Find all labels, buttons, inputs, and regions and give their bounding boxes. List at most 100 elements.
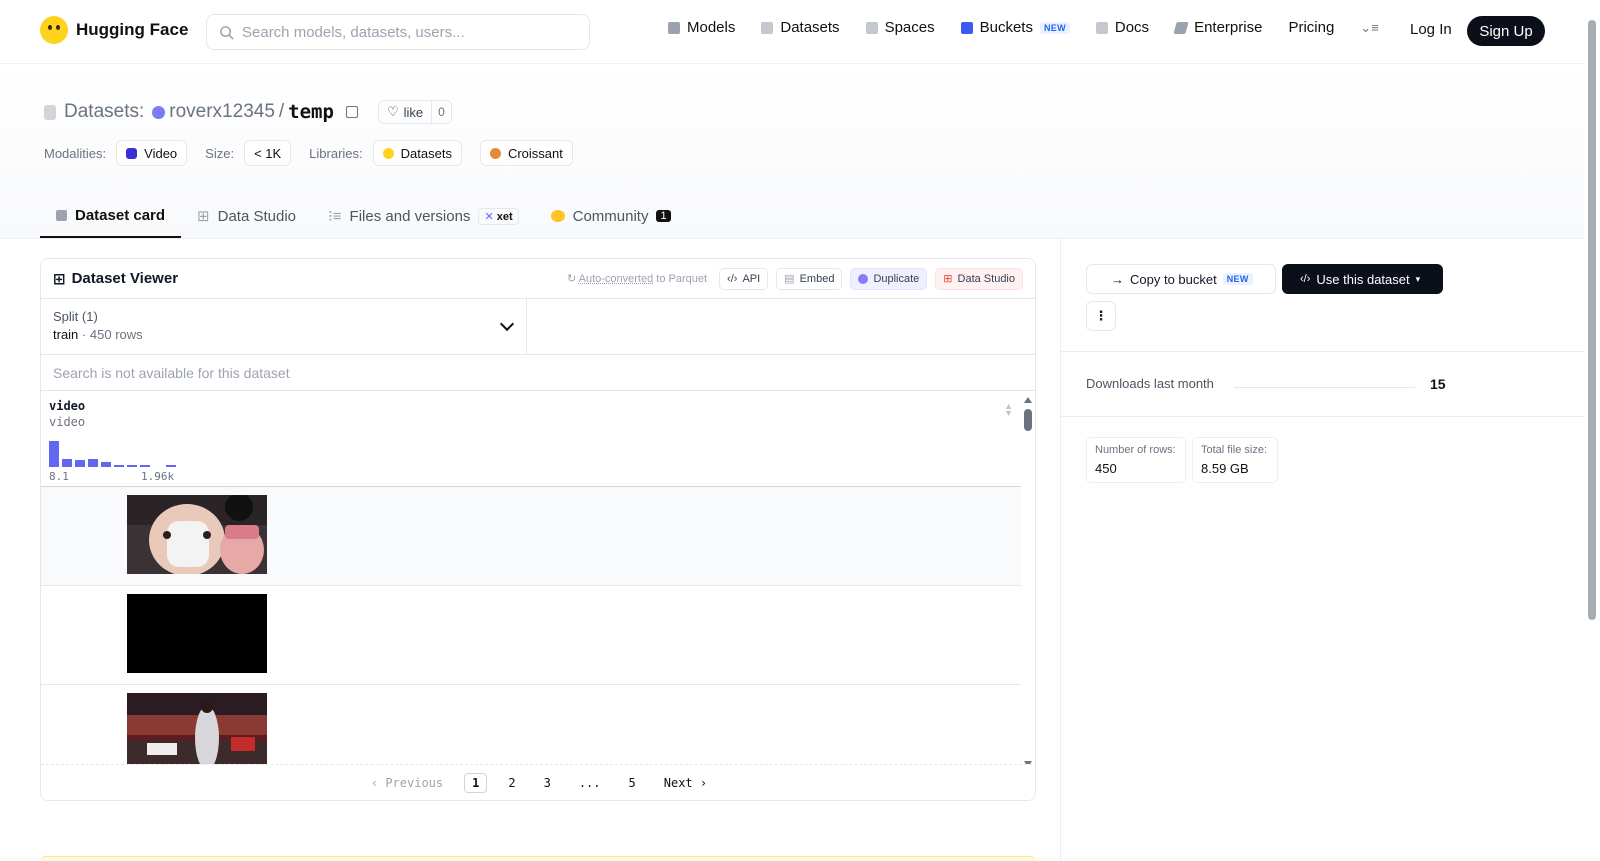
data-studio-button[interactable]: ⊞ Data Studio <box>935 267 1023 290</box>
page-5[interactable]: 5 <box>622 774 643 792</box>
sort-icon[interactable]: ▲ ▼ <box>1004 402 1013 418</box>
downloads-count: 15 <box>1430 376 1446 392</box>
tab-community[interactable]: Community 1 <box>535 194 687 238</box>
table-row[interactable] <box>41 487 1021 586</box>
more-menu-icon[interactable]: ⌄≡ <box>1360 20 1378 36</box>
viewer-actions: ↻ Auto-converted to Parquet ‹/› API ▤ Embe… <box>566 267 1023 290</box>
split-selector[interactable]: Split (1) train · 450 rows <box>41 299 527 354</box>
table-icon: ⊞ <box>53 270 66 288</box>
table-icon: ⊞ <box>197 208 210 225</box>
column-header-video[interactable]: video video 8.1 1.96k ▲ ▼ <box>41 391 1021 487</box>
copy-icon[interactable] <box>345 106 358 118</box>
more-options-button[interactable]: ⋮ <box>1086 301 1116 331</box>
nav-models-label: Models <box>687 19 736 36</box>
next-page[interactable]: Next › <box>657 774 714 792</box>
xet-label: xet <box>496 210 513 223</box>
auto-converted-link[interactable]: Auto-converted <box>579 273 654 285</box>
downloads-sparkline <box>1234 387 1415 388</box>
cube-icon <box>56 209 67 221</box>
croissant-icon <box>489 147 501 159</box>
login-link[interactable]: Log In <box>1410 21 1452 38</box>
like-button[interactable]: ♡ like 0 <box>377 100 452 124</box>
section-label[interactable]: Datasets: <box>64 101 144 123</box>
rows <box>41 487 1021 784</box>
refresh-icon: ↻ <box>566 273 577 285</box>
column-type: video <box>49 415 86 429</box>
nav-docs[interactable]: Docs <box>1095 19 1149 36</box>
histogram-bar <box>166 465 176 467</box>
nav-models[interactable]: Models <box>668 19 735 36</box>
tag-video[interactable]: Video <box>116 140 188 166</box>
tag-croissant-label: Croissant <box>507 145 563 161</box>
tab-community-label: Community <box>572 207 649 225</box>
tag-datasets-label: Datasets <box>400 145 452 161</box>
nav-enterprise[interactable]: Enterprise <box>1173 19 1262 36</box>
page-2[interactable]: 2 <box>501 774 522 792</box>
chevron-down-icon: ▾ <box>1415 273 1421 284</box>
page-scroll-thumb[interactable] <box>1588 20 1596 620</box>
nav-spaces[interactable]: Spaces <box>865 19 935 36</box>
tags-row: Modalities: Video Size: < 1K Libraries: … <box>44 140 583 166</box>
tag-video-label: Video <box>144 145 178 161</box>
split-row: Split (1) train · 450 rows <box>41 299 1035 355</box>
table-row[interactable] <box>41 586 1021 685</box>
histogram-bar <box>140 465 150 467</box>
nav-datasets[interactable]: Datasets <box>761 19 840 36</box>
scroll-up-icon[interactable] <box>1024 397 1032 403</box>
histogram-bar <box>62 458 72 467</box>
nav-buckets-label: Buckets <box>979 19 1033 36</box>
tag-datasets-lib[interactable]: Datasets <box>372 140 462 166</box>
repo-name[interactable]: temp <box>288 101 334 123</box>
table-scrollbar[interactable] <box>1021 397 1035 767</box>
histogram-bar <box>101 461 111 467</box>
hugging-face-icon <box>40 16 68 44</box>
embed-icon: ▤ <box>784 273 795 285</box>
use-dataset-button[interactable]: ‹/› Use this dataset ▾ <box>1282 264 1443 294</box>
search-box[interactable] <box>206 14 590 50</box>
split-value: train · 450 rows <box>53 327 514 342</box>
tab-data-studio-label: Data Studio <box>217 207 297 225</box>
tab-dataset-card[interactable]: Dataset card <box>40 194 182 238</box>
brand-logo[interactable]: Hugging Face <box>40 16 188 44</box>
community-count: 1 <box>656 210 671 222</box>
signup-button[interactable]: Sign Up <box>1467 16 1545 46</box>
bottom-banner <box>40 856 1036 861</box>
histogram-bar <box>88 459 98 467</box>
page-1[interactable]: 1 <box>464 772 488 793</box>
use-dataset-label: Use this dataset <box>1316 271 1410 287</box>
owner-link[interactable]: roverx12345 <box>169 101 275 123</box>
like-label: like <box>403 104 424 120</box>
duplicate-icon <box>858 273 869 284</box>
nav-spaces-label: Spaces <box>884 19 935 36</box>
embed-button[interactable]: ▤ Embed <box>776 267 843 290</box>
tab-files[interactable]: ⁝≡ Files and versions ✕ xet <box>312 194 535 238</box>
files-icon: ⁝≡ <box>328 208 342 225</box>
filesize-stat-value: 8.59 GB <box>1201 461 1249 476</box>
search-input[interactable] <box>242 23 572 41</box>
tag-croissant[interactable]: Croissant <box>479 140 573 166</box>
previous-page[interactable]: ‹ Previous <box>364 774 450 792</box>
nav-pricing[interactable]: Pricing <box>1288 19 1334 36</box>
tag-size-label: < 1K <box>254 145 282 161</box>
avatar <box>152 105 166 119</box>
video-thumbnail[interactable] <box>127 693 267 772</box>
api-button[interactable]: ‹/› API <box>719 267 769 290</box>
video-thumbnail[interactable] <box>127 495 267 574</box>
rows-stat-label: Number of rows: <box>1095 444 1176 456</box>
video-thumbnail[interactable] <box>127 594 267 673</box>
data-studio-label: Data Studio <box>957 272 1015 285</box>
page-3[interactable]: 3 <box>537 774 558 792</box>
duplicate-button[interactable]: Duplicate <box>850 267 928 290</box>
copy-to-bucket-button[interactable]: → Copy to bucket NEW <box>1086 264 1276 294</box>
grid-icon <box>865 21 878 34</box>
repo-tabs: Dataset card ⊞ Data Studio ⁝≡ Files and ve… <box>40 194 687 238</box>
nav-buckets[interactable]: Buckets NEW <box>960 19 1070 36</box>
copy-to-bucket-label: Copy to bucket <box>1130 271 1217 287</box>
page-scrollbar[interactable] <box>1584 0 1600 861</box>
code-icon: ‹/› <box>1300 273 1311 285</box>
scroll-thumb[interactable] <box>1024 409 1032 431</box>
dataset-viewer: ⊞ Dataset Viewer ↻ Auto-converted to Parq… <box>40 258 1036 801</box>
tag-size[interactable]: < 1K <box>244 140 292 166</box>
new-badge: NEW <box>1039 21 1070 34</box>
tab-data-studio[interactable]: ⊞ Data Studio <box>181 194 312 238</box>
